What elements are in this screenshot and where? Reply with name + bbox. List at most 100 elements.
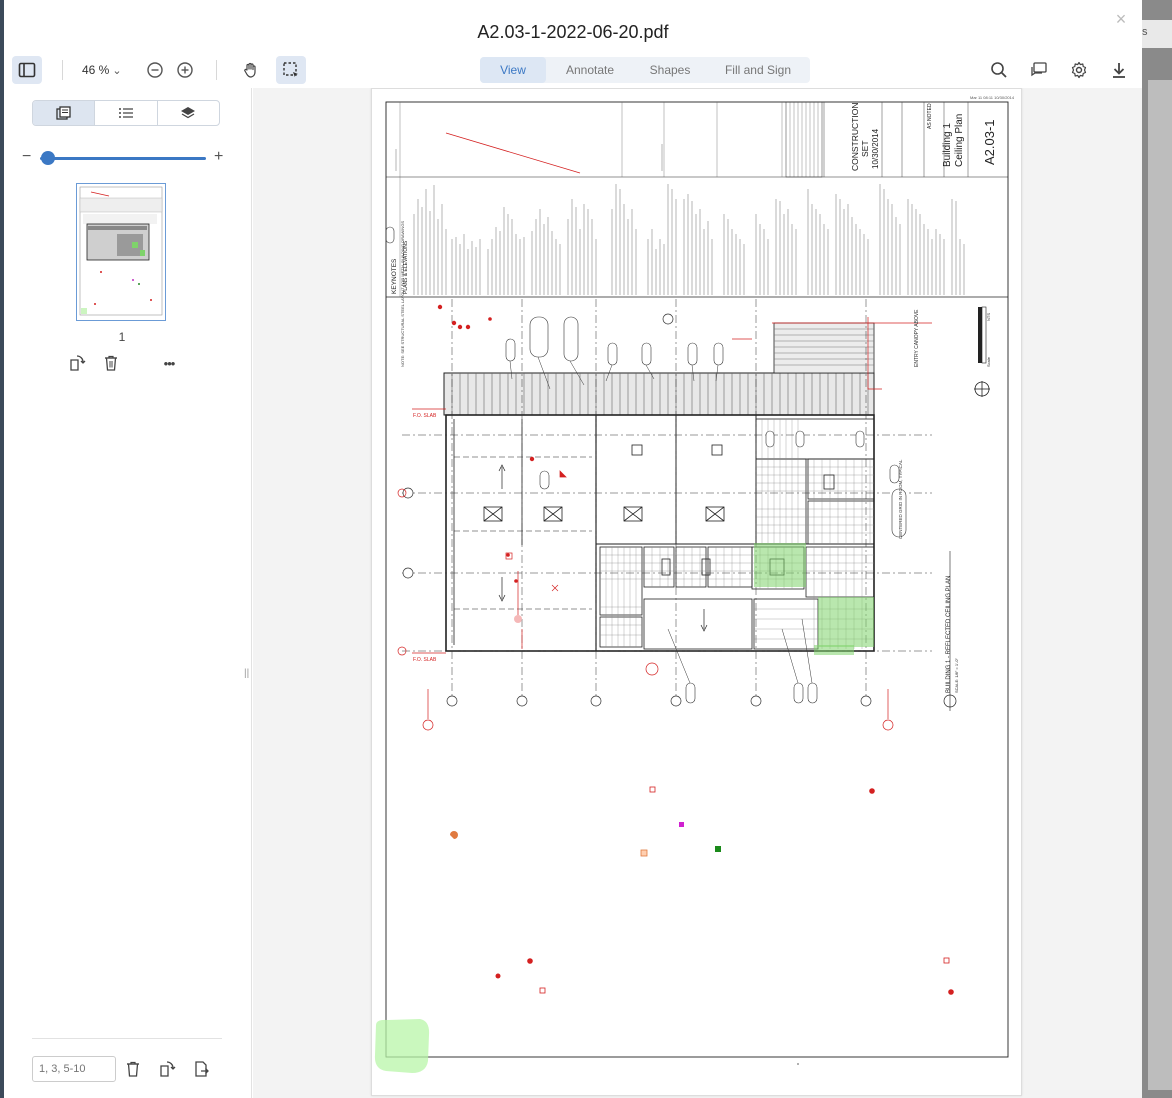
- green-freehand-highlight: [374, 1019, 430, 1073]
- sheet-number: A2.03-1: [982, 119, 997, 165]
- mode-tabs: View Annotate Shapes Fill and Sign: [480, 57, 810, 83]
- thumbnails-icon: [56, 106, 71, 120]
- plan-title: BUILDING 1 - REFLECTED CEILING PLAN: [946, 576, 952, 693]
- magenta-square-annotation: [679, 822, 684, 827]
- tab-annotate[interactable]: Annotate: [546, 57, 634, 83]
- trash-icon: [105, 355, 117, 371]
- layers-icon: [181, 107, 196, 119]
- rotate-icon: [160, 1061, 176, 1077]
- red-dot-annotation: [527, 958, 533, 964]
- comments-icon: [1031, 62, 1047, 77]
- sidebar-bottom-divider: [32, 1038, 222, 1039]
- rotate-pages-button[interactable]: [156, 1058, 178, 1080]
- slider-increase-icon[interactable]: +: [214, 148, 223, 166]
- sheet-title-line-1: Building 1: [942, 123, 953, 167]
- zoom-in-button[interactable]: [170, 56, 200, 84]
- thumbnail-preview: [79, 186, 163, 316]
- red-circle-annotation: [514, 615, 522, 623]
- toolbar-divider: [216, 60, 217, 80]
- red-square-annotation: [649, 786, 656, 793]
- tab-layers[interactable]: [158, 101, 219, 125]
- document-viewport[interactable]: CONSTRUCTION SET 10/30/2014 AS NOTED Bui…: [253, 88, 1142, 1098]
- document-title: A2.03-1-2022-06-20.pdf: [477, 22, 669, 42]
- sidebar-tabs: [32, 100, 220, 126]
- list-icon: [118, 108, 133, 118]
- set-date: 10/30/2014: [871, 128, 880, 169]
- green-square-annotation: [715, 846, 721, 852]
- select-tool-button[interactable]: [276, 56, 306, 84]
- close-icon[interactable]: ×: [1110, 8, 1132, 30]
- red-square-annotation: [539, 987, 546, 994]
- background-app-edge: s: [1142, 0, 1172, 1098]
- more-options-icon[interactable]: •••: [156, 352, 182, 374]
- delete-pages-button[interactable]: [122, 1058, 144, 1080]
- pdf-viewer-modal: A2.03-1-2022-06-20.pdf × 46 % ⌄ View Ann…: [4, 0, 1142, 1098]
- slider-track[interactable]: [40, 157, 206, 160]
- red-dot-annotation: [495, 973, 501, 979]
- as-noted-label: AS NOTED: [927, 103, 933, 129]
- structural-note: NOTE: SEE STRUCTURAL STEEL LAYOUT FOR ME…: [400, 221, 405, 367]
- thumbnail-actions: •••: [66, 352, 186, 374]
- scale-label: Scale: [986, 356, 991, 367]
- download-icon: [1113, 63, 1125, 78]
- extract-pages-button[interactable]: [190, 1058, 212, 1080]
- centered-grid-note: CENTERED GRID IN ROOM, TYPICAL: [898, 459, 903, 539]
- green-highlight-annotation: [754, 543, 806, 587]
- thumbnail-page-number: 1: [118, 330, 126, 344]
- toolbar-divider: [62, 60, 63, 80]
- slider-decrease-icon[interactable]: −: [22, 148, 31, 166]
- orange-annotation: [450, 831, 458, 839]
- fo-slab-label: F.O. SLAB: [413, 413, 437, 419]
- green-highlight-annotation: [814, 645, 854, 655]
- markup-red-line: [445, 132, 581, 174]
- sheet-border: [385, 101, 1009, 1058]
- zoom-dropdown[interactable]: 46 % ⌄: [82, 60, 122, 80]
- zoom-in-icon: [177, 62, 193, 78]
- construction-set-label: CONSTRUCTION: [850, 103, 860, 171]
- search-icon: [991, 62, 1007, 78]
- tab-shapes[interactable]: Shapes: [634, 57, 706, 83]
- set-label: SET: [860, 140, 870, 157]
- rotate-page-button[interactable]: [66, 352, 88, 374]
- orange-square-annotation: [640, 849, 648, 857]
- thumbnail-size-slider: − +: [22, 148, 228, 168]
- sheet-title-line-2: Ceiling Plan: [954, 114, 965, 167]
- hand-icon: [244, 62, 256, 78]
- comments-button[interactable]: [1024, 56, 1054, 84]
- toolbar: 46 % ⌄ View Annotate Shapes Fill and Sig…: [4, 52, 1142, 88]
- keynotes-text-lines: [413, 184, 965, 295]
- page-thumbnail[interactable]: [76, 183, 166, 321]
- red-dot-annotation: [869, 788, 875, 794]
- scale-bar: [978, 307, 982, 363]
- keynotes-title: KEYNOTES: [391, 258, 398, 294]
- red-square-annotation: [943, 957, 950, 964]
- zoom-value: 46 %: [82, 63, 110, 77]
- sidebar-resize-handle[interactable]: ||: [244, 668, 249, 679]
- print-stamp: Mar 11 08:11 10/30/2014: [970, 95, 1015, 100]
- delete-page-button[interactable]: [100, 352, 122, 374]
- tab-fill-and-sign[interactable]: Fill and Sign: [706, 57, 810, 83]
- page-range-input[interactable]: [32, 1056, 116, 1082]
- tab-view[interactable]: View: [480, 57, 546, 83]
- search-button[interactable]: [984, 56, 1014, 84]
- zoom-out-icon: [147, 62, 163, 78]
- tab-thumbnails[interactable]: [33, 101, 96, 125]
- entry-canopy-label: ENTRY CANOPY ABOVE: [914, 309, 920, 367]
- pdf-page: CONSTRUCTION SET 10/30/2014 AS NOTED Bui…: [371, 88, 1022, 1096]
- zoom-out-button[interactable]: [140, 56, 170, 84]
- settings-button[interactable]: [1064, 56, 1094, 84]
- background-tab-fragment: s: [1142, 20, 1172, 48]
- pan-tool-button[interactable]: [236, 56, 266, 84]
- green-highlight-annotation: [818, 597, 874, 647]
- tab-outline[interactable]: [95, 101, 158, 125]
- north-arrow-label: NTS: [986, 313, 991, 321]
- toggle-sidebar-button[interactable]: [12, 56, 42, 84]
- slider-thumb[interactable]: [41, 151, 56, 165]
- download-button[interactable]: [1104, 56, 1134, 84]
- plan-scale: SCALE: 1/8" = 1'-0": [954, 658, 959, 693]
- chevron-down-icon: ⌄: [112, 64, 122, 77]
- fo-slab-label: F.O. SLAB: [413, 657, 437, 663]
- sidebar-icon: [18, 62, 36, 78]
- marquee-select-icon: [283, 62, 298, 77]
- sidebar: − + 1 ••• 1, 3, 5-10 ||: [4, 88, 252, 1098]
